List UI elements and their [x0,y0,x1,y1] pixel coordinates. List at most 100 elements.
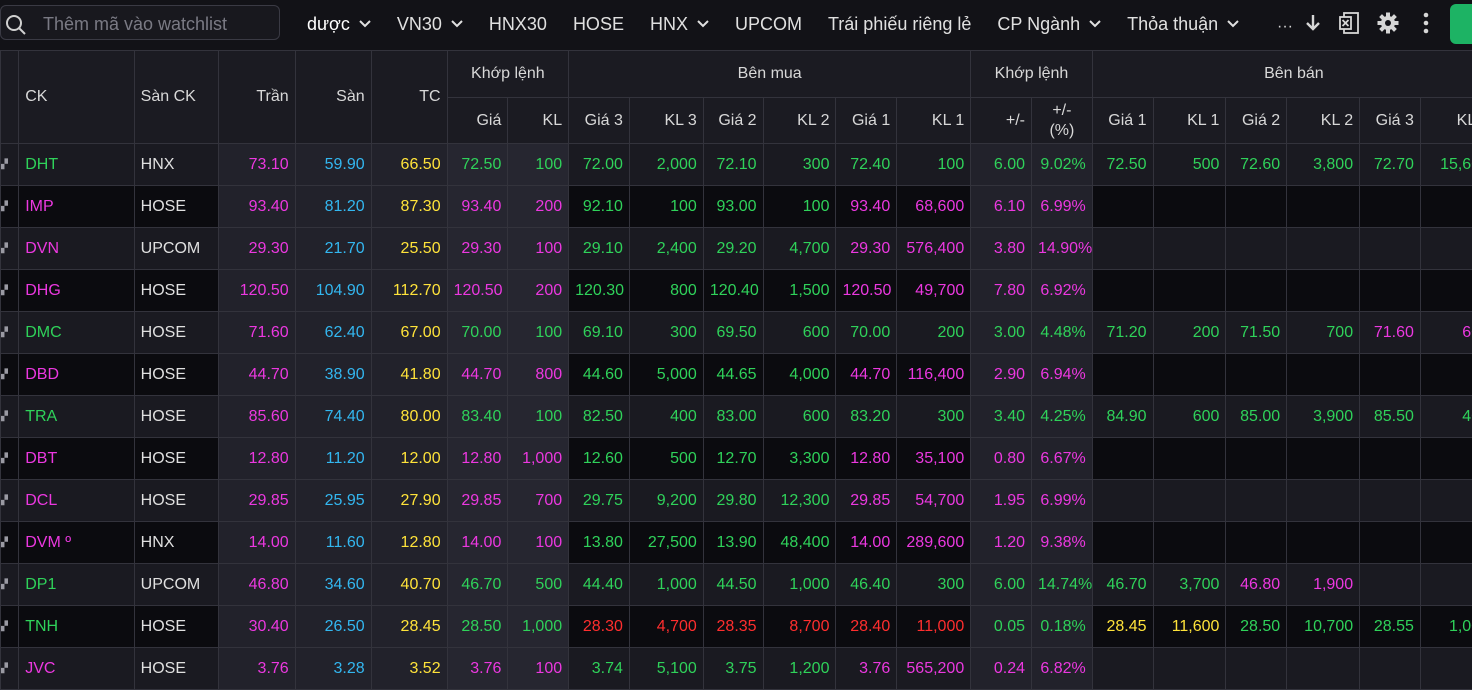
more-tabs-button[interactable]: ··· [1272,14,1298,40]
tab-3[interactable]: HOSE [560,14,637,35]
pin-icon[interactable]: ▞ [1,144,19,186]
pin-icon[interactable]: ▞ [1,606,19,648]
pin-icon[interactable]: ▞ [1,396,19,438]
match-price-header[interactable]: Giá [447,98,508,144]
table-row[interactable]: ▞TNHHOSE30.4026.5028.4528.501,00028.304,… [1,606,1472,648]
settings-button[interactable] [1375,10,1401,36]
floor-cell: 21.70 [295,228,371,270]
ceiling-header[interactable]: Trần [218,51,295,144]
table-row[interactable]: ▞DBDHOSE44.7038.9041.8044.7080044.605,00… [1,354,1472,396]
ask-vol2-cell [1287,438,1360,480]
table-row[interactable]: ▞DVM ºHNX14.0011.6012.8014.0010013.8027,… [1,522,1472,564]
pin-icon[interactable]: ▞ [1,228,19,270]
bid-price2-cell: 120.40 [703,270,763,312]
bid-vol2-header[interactable]: KL 2 [763,98,836,144]
tab-6[interactable]: Trái phiếu riêng lẻ [815,14,984,35]
ask-vol3-cell [1420,438,1472,480]
symbol-cell[interactable]: DBT [19,438,134,480]
ask-vol1-header[interactable]: KL 1 [1153,98,1226,144]
table-row[interactable]: ▞DHTHNX73.1059.9066.5072.5010072.002,000… [1,144,1472,186]
pin-icon[interactable]: ▞ [1,312,19,354]
reference-header[interactable]: TC [371,51,447,144]
ask-vol3-cell [1420,354,1472,396]
pin-icon[interactable]: ▞ [1,438,19,480]
bid-price2-header[interactable]: Giá 2 [703,98,763,144]
match-volume-header[interactable]: KL [508,98,569,144]
bid-vol2-cell: 4,000 [763,354,836,396]
table-row[interactable]: ▞DMCHOSE71.6062.4067.0070.0010069.103006… [1,312,1472,354]
ask-price3-cell: 71.60 [1360,312,1421,354]
tab-0[interactable]: dược [294,14,384,35]
symbol-cell[interactable]: JVC [19,648,134,690]
table-row[interactable]: ▞DCLHOSE29.8525.9527.9029.8570029.759,20… [1,480,1472,522]
symbol-cell[interactable]: DVM º [19,522,134,564]
symbol-cell[interactable]: TNH [19,606,134,648]
watchlist-search[interactable] [0,5,280,40]
table-row[interactable]: ▞DP1UPCOM46.8034.6040.7046.7050044.401,0… [1,564,1472,606]
table-row[interactable]: ▞DHGHOSE120.50104.90112.70120.50200120.3… [1,270,1472,312]
pin-icon[interactable]: ▞ [1,270,19,312]
symbol-cell[interactable]: DBD [19,354,134,396]
tab-label: HNX30 [489,14,547,35]
ask-vol3-cell [1420,270,1472,312]
export-excel-button[interactable] [1337,10,1363,36]
search-input[interactable] [41,9,277,39]
chevron-down-icon [359,20,371,28]
floor-header[interactable]: Sàn [295,51,371,144]
symbol-cell[interactable]: DVN [19,228,134,270]
bid-vol3-header[interactable]: KL 3 [629,98,703,144]
ask-vol2-header[interactable]: KL 2 [1287,98,1360,144]
pin-icon[interactable]: ▞ [1,480,19,522]
tab-7[interactable]: CP Ngành [984,14,1114,35]
tab-8[interactable]: Thỏa thuận [1114,14,1252,35]
tab-2[interactable]: HNX30 [476,14,560,35]
table-row[interactable]: ▞JVCHOSE3.763.283.523.761003.745,1003.75… [1,648,1472,690]
bid-vol1-cell: 200 [897,312,971,354]
ask-vol2-cell: 700 [1287,312,1360,354]
symbol-cell[interactable]: DMC [19,312,134,354]
bid-price3-header[interactable]: Giá 3 [569,98,630,144]
download-button[interactable] [1300,10,1326,36]
bid-price1-header[interactable]: Giá 1 [836,98,897,144]
pin-icon[interactable]: ▞ [1,186,19,228]
exchange-header[interactable]: Sàn CK [134,51,218,144]
symbol-cell[interactable]: DCL [19,480,134,522]
ask-vol2-cell [1287,648,1360,690]
ask-price2-cell [1226,522,1287,564]
match-volume-cell: 100 [508,312,569,354]
change-cell: 0.24 [971,648,1032,690]
action-button[interactable] [1450,4,1472,44]
symbol-cell[interactable]: IMP [19,186,134,228]
pin-icon[interactable]: ▞ [1,648,19,690]
tab-1[interactable]: VN30 [384,14,476,35]
symbol-cell[interactable]: DHG [19,270,134,312]
change-header[interactable]: +/- [971,98,1032,144]
ask-price2-header[interactable]: Giá 2 [1226,98,1287,144]
table-row[interactable]: ▞DVNUPCOM29.3021.7025.5029.3010029.102,4… [1,228,1472,270]
pin-icon[interactable]: ▞ [1,522,19,564]
change-cell: 3.00 [971,312,1032,354]
floor-cell: 34.60 [295,564,371,606]
ask-price1-header[interactable]: Giá 1 [1092,98,1153,144]
change-pct-cell: 6.94% [1032,354,1093,396]
ask-price1-cell [1092,438,1153,480]
change-pct-header[interactable]: +/- (%) [1032,98,1093,144]
ask-vol3-header[interactable]: KL 3 [1420,98,1472,144]
pin-icon[interactable]: ▞ [1,354,19,396]
bid-price3-cell: 3.74 [569,648,630,690]
ask-price3-header[interactable]: Giá 3 [1360,98,1421,144]
kebab-menu-button[interactable] [1413,10,1439,36]
table-row[interactable]: ▞IMPHOSE93.4081.2087.3093.4020092.101009… [1,186,1472,228]
table-row[interactable]: ▞DBTHOSE12.8011.2012.0012.801,00012.6050… [1,438,1472,480]
tab-5[interactable]: UPCOM [722,14,815,35]
pin-icon[interactable]: ▞ [1,564,19,606]
bid-vol1-header[interactable]: KL 1 [897,98,971,144]
symbol-cell[interactable]: TRA [19,396,134,438]
match-volume-cell: 200 [508,270,569,312]
ck-header[interactable]: CK [19,51,134,144]
reference-cell: 25.50 [371,228,447,270]
symbol-cell[interactable]: DP1 [19,564,134,606]
table-row[interactable]: ▞TRAHOSE85.6074.4080.0083.4010082.504008… [1,396,1472,438]
tab-4[interactable]: HNX [637,14,722,35]
symbol-cell[interactable]: DHT [19,144,134,186]
